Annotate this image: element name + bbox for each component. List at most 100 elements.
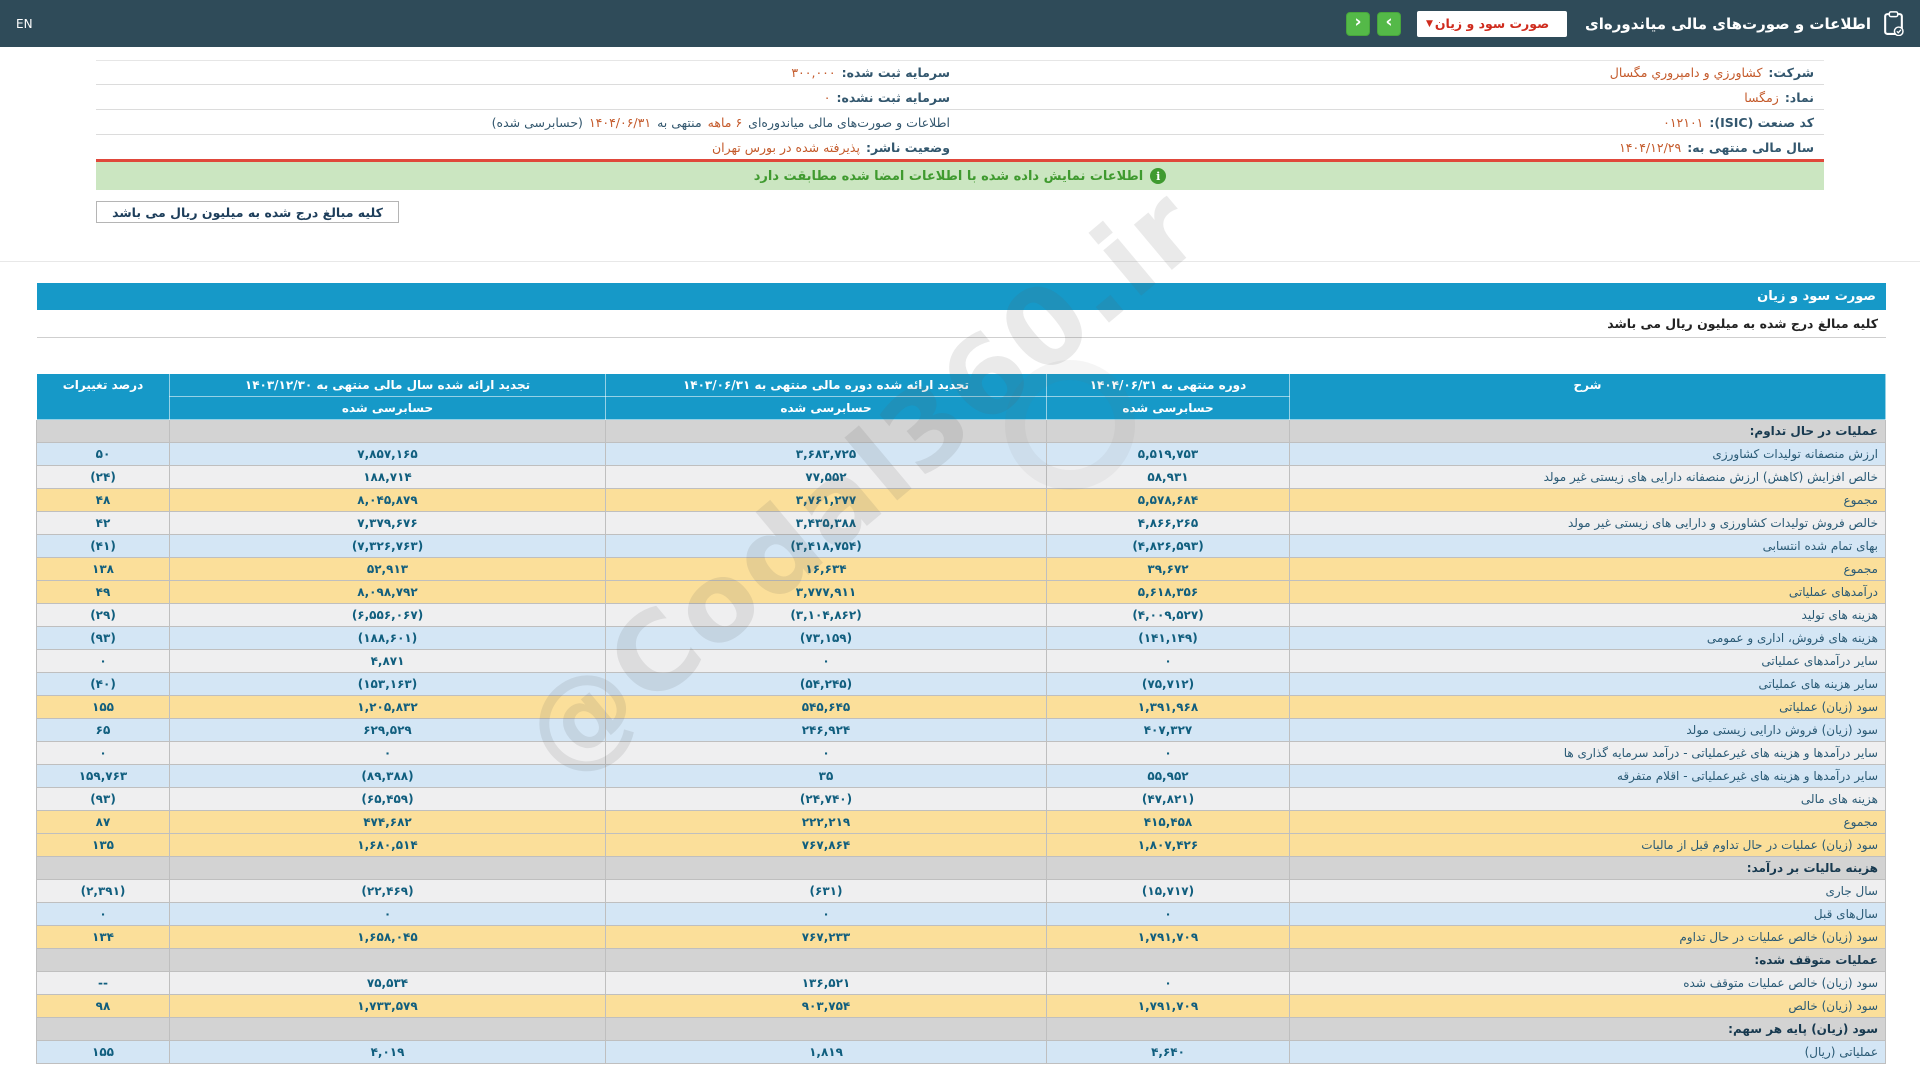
info-row: سال مالی منتهی به: ۱۴۰۴/۱۲/۲۹ وضعیت ناشر… bbox=[96, 135, 1824, 160]
value-restated-prior-period: (۵۴,۲۴۵) bbox=[605, 672, 1047, 696]
table-section-row: سود (زیان) پایه هر سهم: bbox=[36, 1017, 1886, 1041]
table-row: سایر درآمدها و هزینه های غیرعملیاتی - در… bbox=[36, 741, 1886, 765]
company-info-table: شرکت: کشاورزي و دامپروري مگسال سرمایه ثب… bbox=[96, 60, 1824, 160]
row-label: سال جاری bbox=[1289, 879, 1886, 903]
value-restated-prior-period: (۲۴,۷۴۰) bbox=[605, 787, 1047, 811]
value-change-percent bbox=[36, 419, 170, 443]
table-row: سال جاری (۱۵,۷۱۷) (۶۳۱) (۲۲,۴۶۹) (۲,۳۹۱) bbox=[36, 879, 1886, 903]
statement-period-highlight: ۶ ماهه bbox=[707, 114, 743, 130]
value-restated-prior-period bbox=[605, 419, 1047, 443]
value-restated-prior-year: ۰ bbox=[169, 902, 606, 926]
table-section-row: عملیات متوقف شده: bbox=[36, 948, 1886, 972]
value-restated-prior-year: ۴,۰۱۹ bbox=[169, 1040, 606, 1064]
table-row: سایر هزینه های عملیاتی (۷۵,۷۱۲) (۵۴,۲۴۵) (۱… bbox=[36, 672, 1886, 696]
signature-match-text: اطلاعات نمایش داده شده با اطلاعات امضا ش… bbox=[753, 168, 1144, 184]
prev-statement-button[interactable]: ‹ bbox=[1346, 11, 1371, 36]
value-restated-prior-period bbox=[605, 948, 1047, 972]
value-change-percent: ۴۸ bbox=[36, 488, 170, 512]
info-row: شرکت: کشاورزي و دامپروري مگسال سرمایه ثب… bbox=[96, 60, 1824, 85]
value-restated-prior-period: (۳,۱۰۴,۸۶۲) bbox=[605, 603, 1047, 627]
ticker-symbol-cell: نماد: زمگسا bbox=[960, 85, 1824, 109]
value-change-percent: ۸۷ bbox=[36, 810, 170, 834]
row-label: سود (زیان) عملیات در حال تداوم قبل از ما… bbox=[1289, 833, 1886, 857]
listing-status-value: پذیرفته شده در بورس تهران bbox=[711, 139, 860, 155]
row-label: هزینه های فروش، اداری و عمومی bbox=[1289, 626, 1886, 650]
value-current-period bbox=[1046, 856, 1290, 880]
info-row: کد صنعت (ISIC): ۰۱۲۱۰۱ اطلاعات و صورت‌ها… bbox=[96, 110, 1824, 135]
value-current-period: ۰ bbox=[1046, 741, 1290, 765]
row-label: سود (زیان) خالص عملیات در حال تداوم bbox=[1289, 925, 1886, 949]
value-restated-prior-period bbox=[605, 1017, 1047, 1041]
header-description: شرح bbox=[1289, 373, 1886, 420]
value-restated-prior-year: (۱۵۳,۱۶۳) bbox=[169, 672, 606, 696]
next-statement-button[interactable]: › bbox=[1377, 11, 1402, 36]
value-change-percent: -- bbox=[36, 971, 170, 995]
value-change-percent: ۱۳۸ bbox=[36, 557, 170, 581]
value-restated-prior-year: ۸,۰۹۸,۷۹۲ bbox=[169, 580, 606, 604]
row-label: سود (زیان) عملیاتی bbox=[1289, 695, 1886, 719]
value-change-percent: ۴۲ bbox=[36, 511, 170, 535]
value-restated-prior-year: ۱,۶۸۰,۵۱۴ bbox=[169, 833, 606, 857]
row-label: خالص افزایش (کاهش) ارزش منصفانه دارایی ه… bbox=[1289, 465, 1886, 489]
table-row: عملیاتی (ریال) ۴,۶۴۰ ۱,۸۱۹ ۴,۰۱۹ ۱۵۵ bbox=[36, 1040, 1886, 1064]
value-restated-prior-period: ۹۰۳,۷۵۴ bbox=[605, 994, 1047, 1018]
statement-nav-buttons: › ‹ bbox=[1346, 11, 1402, 36]
value-restated-prior-period: (۷۳,۱۵۹) bbox=[605, 626, 1047, 650]
statement-period-text: (حسابرسی شده) bbox=[491, 114, 583, 130]
value-current-period: ۱,۷۹۱,۷۰۹ bbox=[1046, 994, 1290, 1018]
registered-capital-label: سرمایه ثبت شده: bbox=[841, 65, 950, 80]
value-current-period: ۳۹,۶۷۲ bbox=[1046, 557, 1290, 581]
unregistered-capital-label: سرمایه ثبت نشده: bbox=[836, 89, 950, 105]
row-label: درآمدهای عملیاتی bbox=[1289, 580, 1886, 604]
value-change-percent: ۶۵ bbox=[36, 718, 170, 742]
value-restated-prior-year: ۱,۲۰۵,۸۳۲ bbox=[169, 695, 606, 719]
chevron-left-icon: ‹ bbox=[1354, 12, 1362, 32]
row-label: خالص فروش تولیدات کشاورزی و دارایی های ز… bbox=[1289, 511, 1886, 535]
row-label: سود (زیان) خالص عملیات متوقف شده bbox=[1289, 971, 1886, 995]
value-change-percent: ۱۳۵ bbox=[36, 833, 170, 857]
language-toggle-en[interactable]: EN bbox=[16, 17, 33, 31]
row-label: هزینه های مالی bbox=[1289, 787, 1886, 811]
value-current-period: (۴,۰۰۹,۵۲۷) bbox=[1046, 603, 1290, 627]
row-label: بهای تمام شده انتسابی bbox=[1289, 534, 1886, 558]
value-current-period bbox=[1046, 1017, 1290, 1041]
table-row: خالص افزایش (کاهش) ارزش منصفانه دارایی ه… bbox=[36, 465, 1886, 489]
value-change-percent bbox=[36, 856, 170, 880]
value-change-percent: (۲,۳۹۱) bbox=[36, 879, 170, 903]
value-restated-prior-period: (۳,۴۱۸,۷۵۴) bbox=[605, 534, 1047, 558]
unregistered-capital-value: ۰ bbox=[823, 89, 831, 105]
header-audited: حسابرسی شده bbox=[169, 396, 606, 420]
statement-type-dropdown[interactable]: صورت سود و زیان ▼ bbox=[1417, 10, 1568, 37]
top-navigation-bar: اطلاعات و صورت‌های مالی میاندوره‌ای صورت… bbox=[0, 0, 1920, 47]
value-current-period: ۱,۸۰۷,۴۲۶ bbox=[1046, 833, 1290, 857]
row-label: عملیات در حال تداوم: bbox=[1289, 419, 1886, 443]
value-restated-prior-year: ۷,۳۷۹,۶۷۶ bbox=[169, 511, 606, 535]
header-change-percent: درصد تغییرات bbox=[36, 373, 170, 420]
ticker-symbol-value: زمگسا bbox=[1744, 89, 1779, 105]
table-row: سود (زیان) خالص عملیات متوقف شده ۰ ۱۳۶,۵۲۱… bbox=[36, 971, 1886, 995]
value-change-percent: (۹۳) bbox=[36, 787, 170, 811]
chevron-down-icon: ▼ bbox=[1426, 18, 1433, 29]
value-restated-prior-year: (۶۵,۴۵۹) bbox=[169, 787, 606, 811]
header-audited: حسابرسی شده bbox=[605, 396, 1047, 420]
value-current-period: (۱۴۱,۱۴۹) bbox=[1046, 626, 1290, 650]
value-restated-prior-period: ۳,۷۷۷,۹۱۱ bbox=[605, 580, 1047, 604]
row-label: سایر درآمدها و هزینه های غیرعملیاتی - در… bbox=[1289, 741, 1886, 765]
table-row: هزینه های فروش، اداری و عمومی (۱۴۱,۱۴۹) (۷… bbox=[36, 626, 1886, 650]
row-label: هزینه مالیات بر درآمد: bbox=[1289, 856, 1886, 880]
info-row: نماد: زمگسا سرمایه ثبت نشده: ۰ bbox=[96, 85, 1824, 110]
value-current-period: ۴,۸۶۶,۲۶۵ bbox=[1046, 511, 1290, 535]
statement-period-cell: اطلاعات و صورت‌های مالی میاندوره‌ای ۶ ما… bbox=[96, 110, 960, 134]
value-restated-prior-period: ۱,۸۱۹ bbox=[605, 1040, 1047, 1064]
ticker-symbol-label: نماد: bbox=[1784, 89, 1814, 105]
table-row: سایر درآمدها و هزینه های غیرعملیاتی - اق… bbox=[36, 764, 1886, 788]
value-change-percent: (۲۴) bbox=[36, 465, 170, 489]
income-statement-title-bar: صورت سود و زیان bbox=[37, 283, 1886, 310]
value-restated-prior-period: ۱۳۶,۵۲۱ bbox=[605, 971, 1047, 995]
value-restated-prior-year: ۰ bbox=[169, 741, 606, 765]
value-change-percent: ۵۰ bbox=[36, 442, 170, 466]
value-change-percent: ۴۹ bbox=[36, 580, 170, 604]
isic-code-label: کد صنعت (ISIC): bbox=[1709, 114, 1814, 130]
value-restated-prior-year: ۱,۶۵۸,۰۴۵ bbox=[169, 925, 606, 949]
value-change-percent: ۹۸ bbox=[36, 994, 170, 1018]
